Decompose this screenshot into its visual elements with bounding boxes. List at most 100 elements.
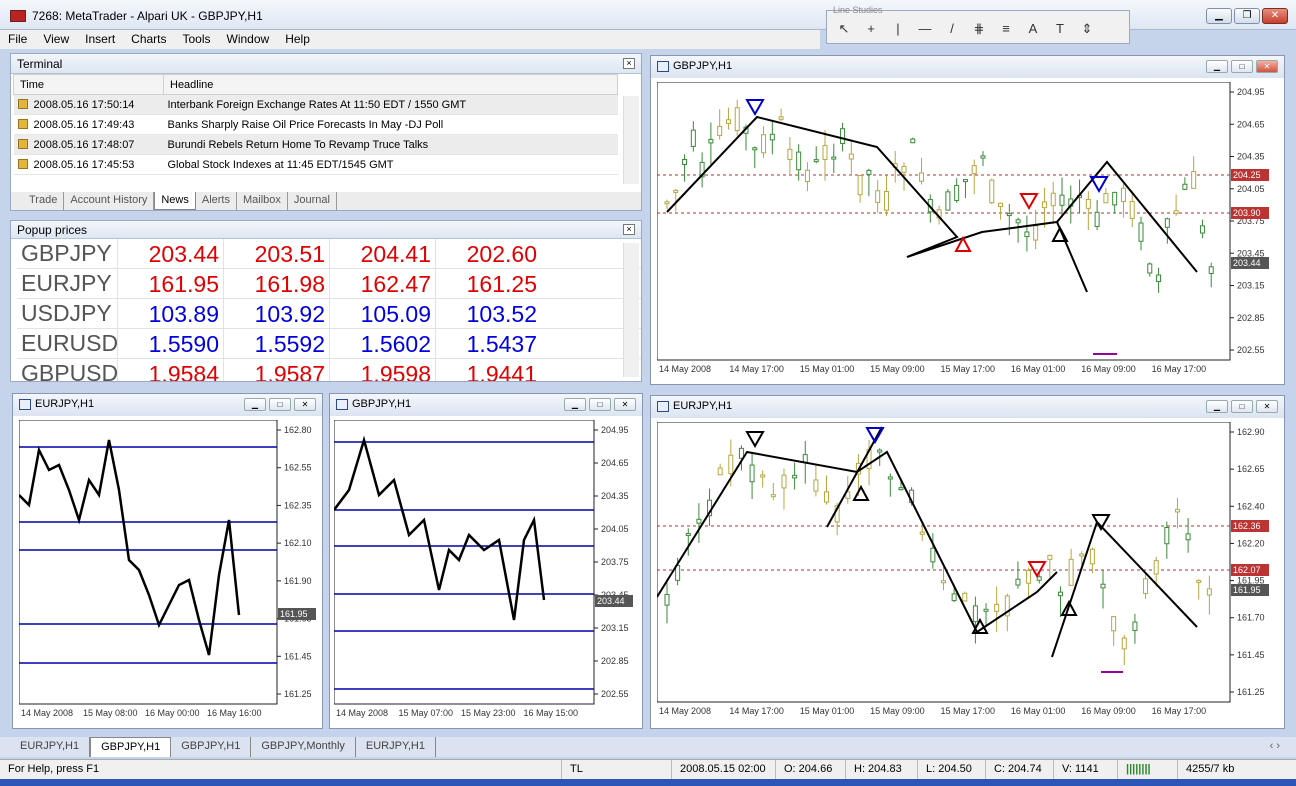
chart-maximize-button[interactable]: □ [589, 398, 611, 411]
x-tick-label: 16 May 01:00 [1011, 706, 1066, 716]
y-tick-label: 204.05 [1237, 184, 1265, 194]
chart-close-button[interactable]: ✕ [614, 398, 636, 411]
vertical-line-icon[interactable]: | [889, 21, 907, 37]
y-tick-label: 162.20 [1237, 538, 1265, 548]
window-controls: ▁ ❐ ✕ [1206, 8, 1288, 24]
tab-journal[interactable]: Journal [288, 192, 337, 210]
terminal-close-icon[interactable]: × [623, 58, 635, 69]
price-symbol: EURJPY [21, 270, 112, 296]
menu-file[interactable]: File [0, 30, 35, 49]
tab-scroll-arrows-icon[interactable]: ‹ › [1270, 740, 1280, 752]
price-row[interactable]: GBPUSD 1.9584 1.9587 1.9598 1.9441 [17, 359, 641, 381]
candle-body [673, 189, 679, 193]
popup-scrollbar[interactable] [623, 243, 639, 377]
price-chart[interactable]: 162.80162.55162.35162.10161.90161.65161.… [19, 420, 321, 728]
chart-header: GBPJPY,H1 ▁ □ ✕ [651, 56, 1284, 78]
status-open: O: 204.66 [776, 760, 846, 779]
restore-button[interactable]: ❐ [1234, 8, 1260, 24]
price-row[interactable]: EURUSD 1.5590 1.5592 1.5602 1.5437 [17, 329, 641, 359]
x-tick-label: 16 May 01:00 [1011, 364, 1066, 374]
column-header-headline[interactable]: Headline [163, 74, 618, 95]
price-bid: 1.5590 [117, 329, 223, 358]
menu-charts[interactable]: Charts [123, 30, 174, 49]
price-high: 204.41 [329, 239, 435, 268]
chart-close-button[interactable]: ✕ [1256, 400, 1278, 413]
table-row[interactable]: 2008.05.16 17:48:07 Burundi Rebels Retur… [13, 134, 618, 155]
price-tag: 162.07 [1233, 565, 1261, 575]
chart-tab[interactable]: GBPJPY,H1 [171, 737, 252, 757]
chart-minimize-button[interactable]: ▁ [1206, 60, 1228, 73]
crosshair-tool-icon[interactable]: + [862, 21, 880, 37]
status-profile: TL [562, 760, 672, 779]
candle-body [901, 165, 907, 173]
chart-maximize-button[interactable]: □ [1231, 400, 1253, 413]
x-tick-label: 14 May 2008 [659, 364, 711, 374]
price-row[interactable]: USDJPY 103.89 103.92 105.09 103.52 [17, 299, 641, 329]
news-mail-icon [17, 98, 28, 109]
close-button[interactable]: ✕ [1262, 8, 1288, 24]
table-row[interactable]: 2008.05.16 17:45:53 Global Stock Indexes… [13, 154, 618, 175]
trendline-icon[interactable]: / [943, 21, 961, 37]
fibonacci-icon[interactable]: ≡ [997, 21, 1015, 37]
tab-alerts[interactable]: Alerts [196, 192, 237, 210]
horizontal-line-icon[interactable]: — [916, 21, 934, 37]
minimize-button[interactable]: ▁ [1206, 8, 1232, 24]
price-row[interactable]: GBPJPY 203.44 203.51 204.41 202.60 [17, 239, 641, 269]
tab-news[interactable]: News [154, 192, 196, 210]
candle-body [1006, 213, 1012, 217]
chart-tab[interactable]: EURJPY,H1 [10, 737, 91, 757]
x-tick-label: 15 May 09:00 [870, 706, 925, 716]
chart-maximize-button[interactable]: □ [269, 398, 291, 411]
popup-close-icon[interactable]: × [623, 224, 635, 235]
table-row[interactable]: 2008.05.16 17:50:14 Interbank Foreign Ex… [13, 94, 618, 115]
candle-body [1111, 616, 1117, 632]
candle-body [1147, 263, 1153, 274]
chart-close-button[interactable]: ✕ [1256, 60, 1278, 73]
text-tool-icon[interactable]: A [1024, 21, 1042, 37]
menu-insert[interactable]: Insert [77, 30, 123, 49]
candle-body [972, 605, 978, 623]
price-row[interactable]: EURJPY 161.95 161.98 162.47 161.25 [17, 269, 641, 299]
candle-body [1208, 266, 1214, 275]
menu-help[interactable]: Help [277, 30, 318, 49]
candle-body [1132, 621, 1138, 631]
tab-account-history[interactable]: Account History [64, 192, 155, 210]
price-chart[interactable]: 162.90 162.65 162.40 162.20 161.95 161.70 161.… [657, 422, 1282, 728]
menu-window[interactable]: Window [219, 30, 278, 49]
chart-minimize-button[interactable]: ▁ [244, 398, 266, 411]
y-tick-label: 204.95 [1237, 87, 1265, 97]
y-tick-label: 161.25 [284, 689, 312, 699]
equidistant-channel-icon[interactable]: ⋕ [970, 21, 988, 37]
candle-body [769, 133, 775, 141]
candle-body [1057, 591, 1063, 597]
price-tag: 161.95 [1233, 585, 1261, 595]
chart-minimize-button[interactable]: ▁ [564, 398, 586, 411]
table-row[interactable]: 2008.05.16 17:49:43 Banks Sharply Raise … [13, 114, 618, 135]
x-tick-label: 15 May 17:00 [941, 706, 996, 716]
candle-body [1185, 533, 1191, 541]
price-chart[interactable]: 204.95204.65204.35204.05203.75203.45203.… [334, 420, 640, 728]
candle-body [1196, 579, 1202, 583]
window-title: 7268: MetaTrader - Alpari UK - GBPJPY,H1 [32, 9, 263, 23]
menu-tools[interactable]: Tools [175, 30, 219, 49]
arrows-icon[interactable]: ⇕ [1078, 21, 1096, 37]
candle-body [1156, 274, 1162, 283]
chart-tab[interactable]: GBPJPY,H1 [90, 737, 172, 757]
chart-tab[interactable]: EURJPY,H1 [356, 737, 436, 757]
x-tick-label: 16 May 15:00 [524, 708, 579, 718]
terminal-scrollbar[interactable] [623, 96, 639, 184]
chart-close-button[interactable]: ✕ [294, 398, 316, 411]
y-tick-label: 203.45 [1237, 248, 1265, 258]
tab-trade[interactable]: Trade [23, 192, 65, 210]
price-chart[interactable]: 204.95204.65204.35204.05203.75203.45203.… [657, 82, 1282, 384]
candle-body [749, 464, 755, 483]
column-header-time[interactable]: Time [13, 74, 164, 95]
cursor-tool-icon[interactable]: ↖ [835, 21, 853, 37]
chart-minimize-button[interactable]: ▁ [1206, 400, 1228, 413]
candle-body [866, 169, 872, 175]
chart-maximize-button[interactable]: □ [1231, 60, 1253, 73]
menu-view[interactable]: View [35, 30, 77, 49]
text-label-icon[interactable]: T [1051, 21, 1069, 37]
tab-mailbox[interactable]: Mailbox [237, 192, 288, 210]
chart-tab[interactable]: GBPJPY,Monthly [251, 737, 356, 757]
